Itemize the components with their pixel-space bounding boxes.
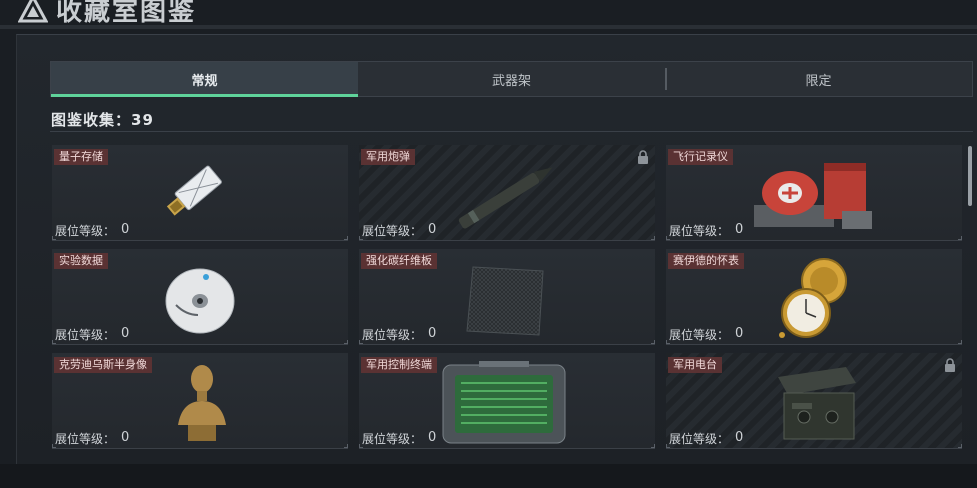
item-card-military-radio[interactable]: 军用电台 展位等级： 0 (666, 353, 962, 449)
corner-mark (651, 444, 655, 448)
lock-icon (945, 358, 955, 372)
tab-regular[interactable]: 常规 (51, 62, 358, 97)
carbon-fiber-plate-icon (466, 266, 544, 336)
booth-level: 展位等级： 0 (55, 222, 130, 238)
bottom-strip (0, 464, 977, 488)
item-name: 飞行记录仪 (668, 149, 733, 165)
page-title: 收藏室图鉴 (56, 0, 197, 27)
delta-logo-icon (18, 0, 48, 23)
booth-level: 展位等级： 0 (669, 326, 744, 342)
corner-mark (651, 340, 655, 344)
corner-mark (344, 340, 348, 344)
flight-recorder-icon (754, 163, 872, 229)
item-card-claudius-bust[interactable]: 克劳迪乌斯半身像 展位等级： 0 (52, 353, 348, 449)
tab-bar: 常规 武器架 限定 (50, 61, 973, 97)
data-disc-icon (165, 268, 235, 334)
bust-statue-icon (178, 365, 226, 441)
corner-mark (359, 236, 363, 240)
item-card-control-terminal[interactable]: 军用控制终端 展位等级： 0 (359, 353, 655, 449)
item-card-military-shell[interactable]: 军用炮弹 展位等级： 0 (359, 145, 655, 241)
item-card-quantum-storage[interactable]: 量子存储 展位等级： 0 (52, 145, 348, 241)
item-name: 赛伊德的怀表 (668, 253, 744, 269)
booth-level: 展位等级： 0 (669, 222, 744, 238)
pocket-watch-icon (779, 258, 847, 338)
tab-weapon-rack[interactable]: 武器架 (358, 62, 665, 96)
booth-level: 展位等级： 0 (669, 430, 744, 446)
item-name: 实验数据 (54, 253, 108, 269)
corner-mark (52, 340, 56, 344)
item-card-pocket-watch[interactable]: 赛伊德的怀表 展位等级： 0 (666, 249, 962, 345)
item-card-carbon-fiber-plate[interactable]: 强化碳纤维板 展位等级： 0 (359, 249, 655, 345)
military-radio-icon (778, 367, 856, 440)
corner-mark (344, 236, 348, 240)
item-name: 军用炮弹 (361, 149, 415, 165)
corner-mark (958, 236, 962, 240)
booth-level: 展位等级： 0 (55, 326, 130, 342)
booth-level: 展位等级： 0 (55, 430, 130, 446)
lock-icon (638, 150, 648, 164)
tab-limited[interactable]: 限定 (665, 62, 972, 96)
booth-level: 展位等级： 0 (362, 430, 437, 446)
corner-mark (666, 340, 670, 344)
booth-level: 展位等级： 0 (362, 222, 437, 238)
collection-count: 图鉴收集：39 (51, 111, 154, 129)
corner-mark (52, 236, 56, 240)
title-bar: 收藏室图鉴 (18, 0, 197, 27)
corner-mark (958, 340, 962, 344)
item-grid: 量子存储 展位等级： 0 军用炮弹 展位等级： 0 飞行记录仪 展位等级： 0 … (52, 145, 962, 450)
corner-mark (666, 236, 670, 240)
usb-drive-icon (166, 165, 222, 216)
corner-mark (344, 444, 348, 448)
header-divider (0, 25, 977, 29)
item-name: 军用控制终端 (361, 357, 437, 373)
item-card-flight-recorder[interactable]: 飞行记录仪 展位等级： 0 (666, 145, 962, 241)
corner-mark (359, 340, 363, 344)
control-terminal-icon (442, 361, 566, 444)
section-divider (50, 131, 973, 132)
artillery-shell-icon (458, 167, 553, 229)
corner-mark (52, 444, 56, 448)
corner-mark (651, 236, 655, 240)
item-card-experiment-data[interactable]: 实验数据 展位等级： 0 (52, 249, 348, 345)
grid-scrollbar[interactable] (968, 146, 972, 206)
booth-level: 展位等级： 0 (362, 326, 437, 342)
corner-mark (958, 444, 962, 448)
item-name: 军用电台 (668, 357, 722, 373)
item-name: 强化碳纤维板 (361, 253, 437, 269)
item-name: 量子存储 (54, 149, 108, 165)
corner-mark (359, 444, 363, 448)
item-name: 克劳迪乌斯半身像 (54, 357, 152, 373)
corner-mark (666, 444, 670, 448)
